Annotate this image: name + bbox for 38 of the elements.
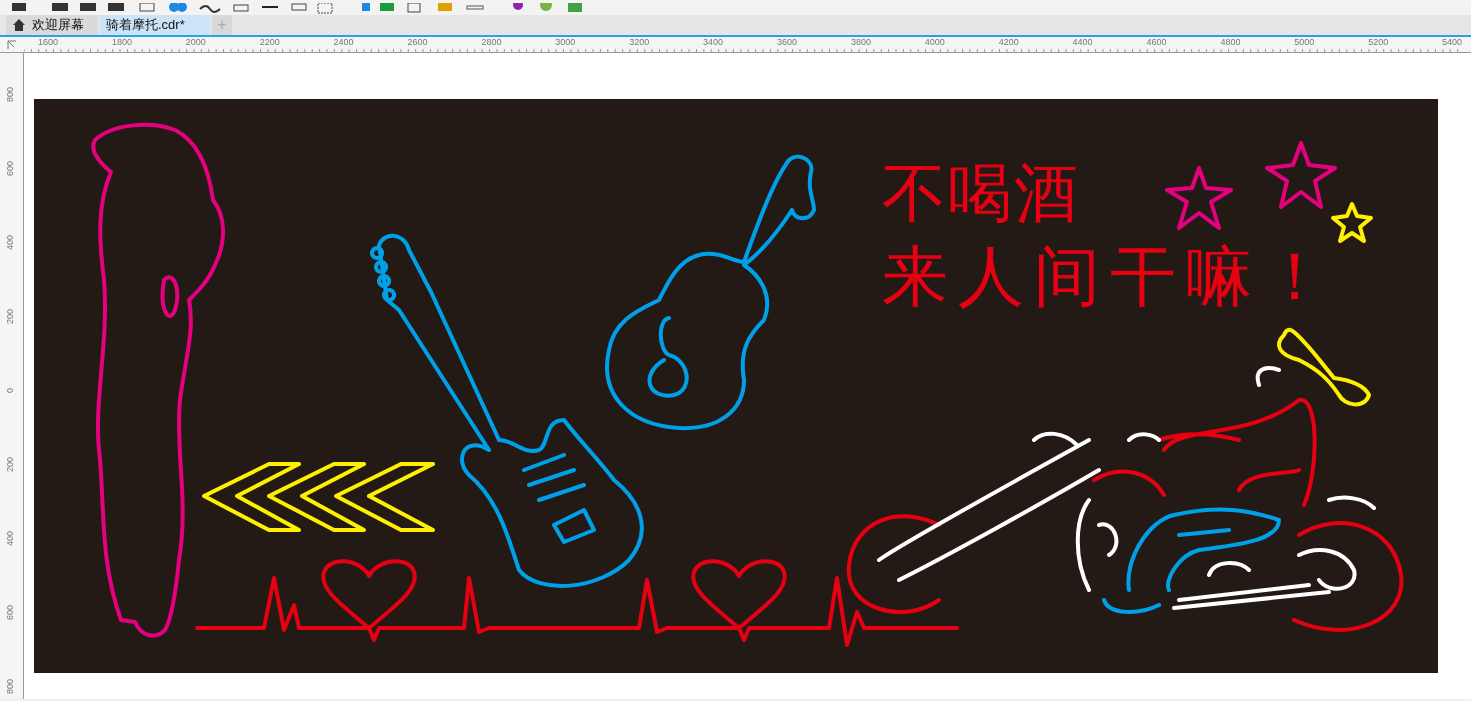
ruler-label: 800 [4, 678, 16, 696]
ruler-label: 3400 [703, 37, 724, 48]
ruler-label: 600 [4, 160, 16, 178]
slogan-text: 不喝酒 [882, 161, 1080, 225]
ruler-label: 2600 [407, 37, 428, 48]
ruler-label: 4200 [998, 37, 1019, 48]
ruler-label: 3600 [777, 37, 798, 48]
ruler-label: 1800 [111, 37, 132, 48]
ruler-label: 4800 [1220, 37, 1241, 48]
ruler-label: 3200 [629, 37, 650, 48]
ruler-label: 0 [4, 387, 16, 395]
ruler-label: 2800 [481, 37, 502, 48]
ruler-label: 4600 [1146, 37, 1167, 48]
document-tab[interactable]: 欢迎屏幕 [6, 15, 98, 35]
toolbar-icon[interactable] [199, 5, 221, 13]
ruler-label: 600 [4, 604, 16, 622]
ruler-label: 400 [4, 234, 16, 252]
document-tab[interactable]: 骑着摩托.cdr* [100, 15, 210, 35]
toolbar-icon[interactable] [513, 3, 523, 10]
ruler-label: 200 [4, 456, 16, 474]
home-icon [12, 18, 26, 32]
ruler-label: 2200 [259, 37, 280, 48]
ruler-label: 2400 [333, 37, 354, 48]
ruler-label: 4000 [924, 37, 945, 48]
ruler-origin-icon [7, 39, 17, 50]
ruler-label: 5200 [1368, 37, 1389, 48]
slogan-text: 来人间干嘛！ [882, 243, 1338, 309]
ruler-corner[interactable] [0, 37, 24, 53]
ruler-label: 200 [4, 308, 16, 326]
ruler-label: 800 [4, 86, 16, 104]
ruler-label: 3800 [850, 37, 871, 48]
ruler-label: 4400 [1072, 37, 1093, 48]
ruler-label: 5400 [1442, 37, 1463, 48]
ruler-label: 3000 [555, 37, 576, 48]
ruler-label: 1600 [38, 37, 59, 48]
ruler-label: 2000 [185, 37, 206, 48]
ruler-label: 400 [4, 530, 16, 548]
ruler-label: 5000 [1294, 37, 1315, 48]
